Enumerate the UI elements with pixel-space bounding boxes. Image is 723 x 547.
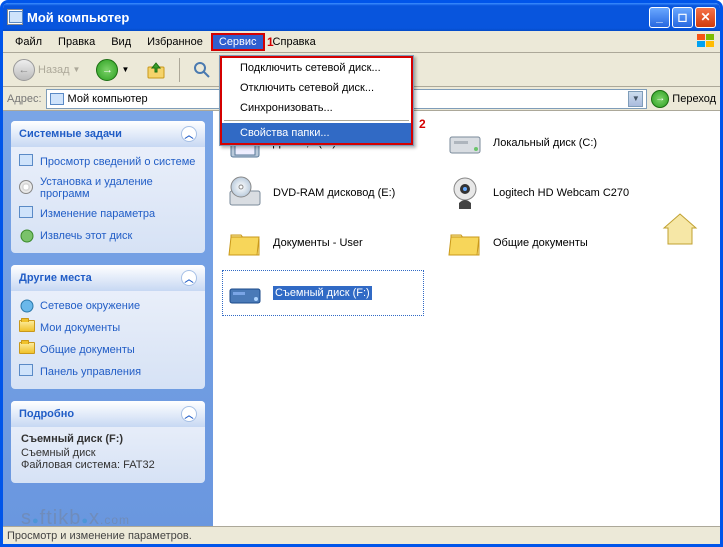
sidebar-item[interactable]: Изменение параметра [19, 203, 197, 225]
panel-system-tasks: Системные задачи ︿ Просмотр сведений о с… [11, 121, 205, 253]
titlebar[interactable]: Мой компьютер _ ◻ ✕ [3, 3, 720, 31]
drive-item[interactable]: Съемный диск (F:) [223, 271, 423, 315]
drive-item[interactable]: Документы - User [223, 221, 423, 265]
webcam-icon [445, 173, 485, 213]
sidebar-item[interactable]: Сетевое окружение [19, 295, 197, 317]
hdd-icon [445, 123, 485, 163]
removable-icon [225, 273, 265, 313]
folder-icon [19, 342, 35, 358]
drive-item[interactable]: Logitech HD Webcam C270 [443, 171, 643, 215]
drive-item[interactable]: Локальный диск (C:) [443, 121, 643, 165]
tools-dropdown-menu: Подключить сетевой диск... Отключить сет… [219, 55, 414, 146]
panel-title: Другие места [19, 272, 92, 284]
chevron-down-icon: ▼ [121, 65, 129, 74]
item-label: Общие документы [493, 237, 588, 249]
menu-view[interactable]: Вид [103, 33, 139, 51]
info-icon [19, 154, 35, 170]
search-icon [192, 60, 212, 80]
sidebar-item[interactable]: Установка и удаление программ [19, 173, 197, 203]
install-icon [19, 180, 35, 196]
window-body: Системные задачи ︿ Просмотр сведений о с… [3, 111, 720, 526]
item-label: Локальный диск (C:) [493, 137, 597, 149]
chevron-down-icon: ▼ [73, 65, 81, 74]
window-title: Мой компьютер [27, 10, 649, 25]
go-button[interactable]: → Переход [651, 90, 716, 108]
dropdown-item[interactable]: Подключить сетевой диск... [222, 58, 411, 78]
dropdown-item-folder-options[interactable]: Свойства папки... [222, 123, 411, 143]
sidebar-item[interactable]: Просмотр сведений о системе [19, 151, 197, 173]
address-value: Мой компьютер [68, 93, 148, 105]
chevron-up-icon: ︿ [181, 126, 197, 142]
item-label: Документы - User [273, 237, 363, 249]
minimize-button[interactable]: _ [649, 7, 670, 28]
sidebar-item[interactable]: Извлечь этот диск [19, 225, 197, 247]
panel-other-places: Другие места ︿ Сетевое окружение Мои док… [11, 265, 205, 389]
forward-arrow-icon: → [96, 59, 118, 81]
annotation-1: 1 [267, 35, 274, 49]
computer-icon [50, 93, 64, 105]
chevron-up-icon: ︿ [181, 406, 197, 422]
separator [179, 58, 180, 82]
sidebar-item[interactable]: Общие документы [19, 339, 197, 361]
dropdown-separator [224, 120, 409, 121]
details-name: Съемный диск (F:) [21, 433, 195, 445]
dropdown-item[interactable]: Отключить сетевой диск... [222, 78, 411, 98]
item-label: Съемный диск (F:) [273, 287, 372, 299]
annotation-2: 2 [419, 117, 426, 131]
menu-favorites[interactable]: Избранное [139, 33, 211, 51]
window: Мой компьютер _ ◻ ✕ Файл Правка Вид Избр… [0, 0, 723, 547]
control-panel-icon [19, 364, 35, 380]
sidebar-item[interactable]: Панель управления [19, 361, 197, 383]
item-label: DVD-RAM дисковод (E:) [273, 187, 395, 199]
settings-icon [19, 206, 35, 222]
search-button[interactable] [186, 56, 218, 84]
folder-icon [19, 320, 35, 336]
back-arrow-icon: ← [13, 59, 35, 81]
address-dropdown-icon[interactable]: ▼ [628, 91, 643, 107]
folder-icon [445, 223, 485, 263]
windows-logo-icon [696, 33, 716, 49]
panel-title: Системные задачи [19, 128, 122, 140]
panel-header[interactable]: Системные задачи ︿ [11, 121, 205, 147]
chevron-up-icon: ︿ [181, 270, 197, 286]
network-icon [19, 298, 35, 314]
forward-button[interactable]: → ▼ [90, 55, 135, 85]
menubar: Файл Правка Вид Избранное Сервис Справка [3, 31, 720, 53]
details-fs: Файловая система: FAT32 [21, 459, 195, 471]
back-label: Назад [38, 64, 70, 76]
maximize-button[interactable]: ◻ [672, 7, 693, 28]
drive-item[interactable]: DVD-RAM дисковод (E:) [223, 171, 423, 215]
up-button[interactable] [139, 55, 173, 85]
status-text: Просмотр и изменение параметров. [7, 530, 192, 542]
drive-item[interactable]: Общие документы [443, 221, 643, 265]
menu-tools[interactable]: Сервис [211, 33, 265, 51]
panel-details: Подробно ︿ Съемный диск (F:) Съемный дис… [11, 401, 205, 483]
back-button[interactable]: ← Назад ▼ [7, 55, 86, 85]
go-arrow-icon: → [651, 90, 669, 108]
up-folder-icon [145, 59, 167, 81]
menu-file[interactable]: Файл [7, 33, 50, 51]
menu-edit[interactable]: Правка [50, 33, 103, 51]
app-icon [7, 9, 23, 25]
house-icon [660, 208, 700, 248]
panel-header[interactable]: Подробно ︿ [11, 401, 205, 427]
sidebar: Системные задачи ︿ Просмотр сведений о с… [3, 111, 213, 526]
item-label: Logitech HD Webcam C270 [493, 187, 629, 199]
panel-title: Подробно [19, 408, 74, 420]
eject-icon [19, 228, 35, 244]
dropdown-item[interactable]: Синхронизовать... [222, 98, 411, 118]
content-area[interactable]: Диск 3,5 (A:)Локальный диск (C:)DVD-RAM … [213, 111, 720, 526]
folder-icon [225, 223, 265, 263]
close-button[interactable]: ✕ [695, 7, 716, 28]
dvd-icon [225, 173, 265, 213]
go-label: Переход [672, 93, 716, 105]
details-type: Съемный диск [21, 447, 195, 459]
watermark: s●ftikb●x.com [21, 507, 130, 530]
panel-header[interactable]: Другие места ︿ [11, 265, 205, 291]
sidebar-item[interactable]: Мои документы [19, 317, 197, 339]
address-label: Адрес: [7, 93, 42, 105]
item-partial[interactable] [658, 206, 718, 250]
